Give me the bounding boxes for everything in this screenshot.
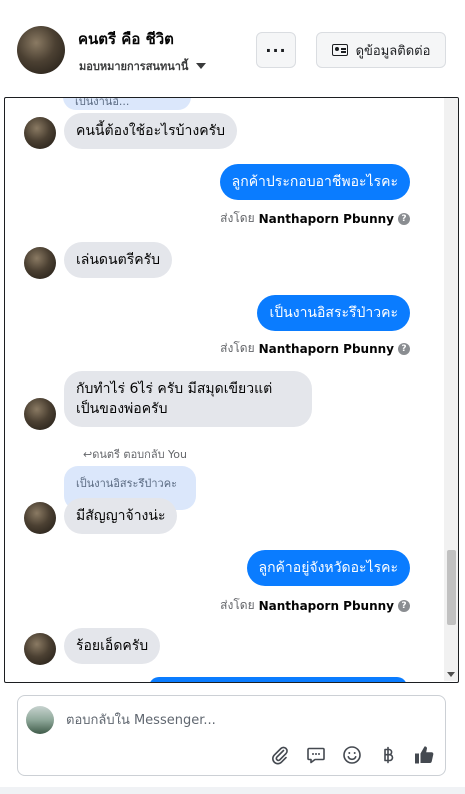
sent-by-label: ส่งโดย Nanthaporn Pbunny ? xyxy=(220,596,410,615)
emoji-icon[interactable] xyxy=(341,744,363,766)
baht-icon[interactable] xyxy=(377,744,399,766)
avatar[interactable] xyxy=(24,247,56,279)
avatar[interactable] xyxy=(17,26,65,74)
outgoing-message: เป็นงานอิสระรึป่าวคะ xyxy=(257,295,410,331)
view-contact-label: ดูข้อมูลติดต่อ xyxy=(355,43,431,59)
scrollbar-thumb[interactable] xyxy=(447,550,456,625)
footer-strip xyxy=(0,787,465,794)
outgoing-message: ลูกค้าอยู่จังหวัดอะไรคะ xyxy=(246,550,410,586)
avatar[interactable] xyxy=(24,117,56,149)
messenger-panel: คนตรี คือ ชีวิต มอบหมายการสนทนานี้ ··· ด… xyxy=(0,0,465,794)
help-icon[interactable]: ? xyxy=(398,342,410,355)
help-icon[interactable]: ? xyxy=(398,212,410,225)
caret-down-icon xyxy=(196,63,207,69)
more-icon: ··· xyxy=(265,40,287,60)
incoming-message: คนนี้ต้องใช้อะไรบ้างครับ xyxy=(64,113,238,149)
like-icon[interactable] xyxy=(413,744,435,766)
saved-reply-icon[interactable] xyxy=(305,744,327,766)
assign-label: มอบหมายการสนทนานี้ xyxy=(79,60,189,73)
sent-by-label: ส่งโดย Nanthaporn Pbunny ? xyxy=(220,339,410,358)
reply-composer xyxy=(17,695,446,776)
composer-toolbar xyxy=(269,744,435,766)
incoming-message: กับทำไร่ 6ไร่ ครับ มีสมุดเขียวแต่ เป็นขอ… xyxy=(64,371,312,427)
avatar[interactable] xyxy=(24,398,56,430)
conversation-header: คนตรี คือ ชีวิต มอบหมายการสนทนานี้ ··· ด… xyxy=(0,0,465,96)
attach-icon[interactable] xyxy=(269,744,291,766)
scroll-down-icon[interactable] xyxy=(447,672,455,677)
outgoing-message xyxy=(149,677,407,682)
quoted-message: เป็นงานอิ... xyxy=(63,98,191,110)
scrollbar[interactable] xyxy=(444,98,458,681)
reply-meta-label: ↩ดนตรี ตอบกลับ You xyxy=(83,448,188,461)
reply-icon: ↩ xyxy=(83,448,93,461)
help-icon[interactable]: ? xyxy=(398,599,410,612)
contact-card-icon xyxy=(331,44,348,56)
incoming-message: เล่นดนตรีครับ xyxy=(64,242,172,278)
more-options-button[interactable]: ··· xyxy=(256,32,296,68)
avatar[interactable] xyxy=(24,633,56,665)
avatar xyxy=(26,706,54,734)
assign-conversation-dropdown[interactable]: มอบหมายการสนทนานี้ xyxy=(79,57,207,75)
incoming-message: มีสัญญาจ้างน่ะ xyxy=(64,498,178,534)
view-contact-button[interactable]: ดูข้อมูลติดต่อ xyxy=(316,32,446,68)
incoming-message: ร้อยเอ็ดครับ xyxy=(64,628,161,664)
message-list[interactable]: เป็นงานอิ... คนนี้ต้องใช้อะไรบ้างครับ ลู… xyxy=(4,97,459,683)
contact-name[interactable]: คนตรี คือ ชีวิต xyxy=(78,27,174,51)
avatar[interactable] xyxy=(24,502,56,534)
reply-input[interactable] xyxy=(66,710,426,730)
sent-by-label: ส่งโดย Nanthaporn Pbunny ? xyxy=(220,209,410,228)
outgoing-message: ลูกค้าประกอบอาชีพอะไรคะ xyxy=(219,164,410,200)
